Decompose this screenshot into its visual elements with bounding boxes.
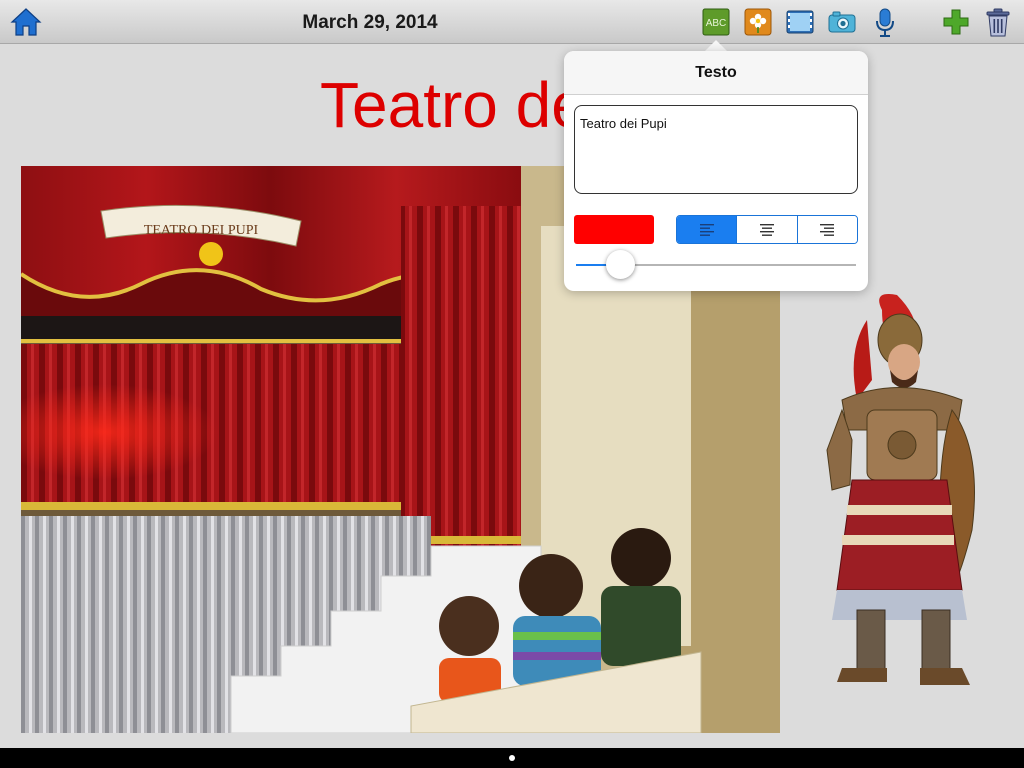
camera-icon <box>828 11 856 33</box>
trash-icon <box>986 8 1010 37</box>
svg-text:ABC: ABC <box>706 18 727 29</box>
text-popover: Testo Teatro dei Pupi <box>564 51 868 291</box>
page-indicator-dot[interactable] <box>509 755 515 761</box>
image-flower-icon <box>744 8 772 36</box>
microphone-tool-button[interactable] <box>874 8 902 37</box>
align-center-icon <box>759 223 774 236</box>
puppet-knight-sticker[interactable] <box>812 290 982 695</box>
popover-title: Testo <box>564 51 868 95</box>
home-button[interactable] <box>10 6 42 38</box>
top-toolbar: March 29, 2014 ABC <box>0 0 1024 44</box>
align-right-icon <box>820 223 835 236</box>
svg-text:TEATRO DEI PUPI: TEATRO DEI PUPI <box>144 223 259 238</box>
size-slider-thumb[interactable] <box>606 250 635 279</box>
microphone-icon <box>876 8 894 37</box>
camera-tool-button[interactable] <box>828 8 856 36</box>
video-tool-button[interactable] <box>786 8 814 36</box>
plus-icon <box>943 9 969 35</box>
delete-button[interactable] <box>985 8 1013 37</box>
text-input[interactable]: Teatro dei Pupi <box>574 105 858 194</box>
add-page-button[interactable] <box>942 8 970 36</box>
home-icon <box>10 8 42 36</box>
image-tool-button[interactable] <box>744 8 772 36</box>
alignment-segmented-control <box>676 215 858 244</box>
text-tool-button[interactable]: ABC <box>702 8 730 36</box>
align-center-button[interactable] <box>737 216 798 243</box>
text-abc-icon: ABC <box>702 8 730 36</box>
film-icon <box>786 10 814 34</box>
text-color-swatch[interactable] <box>574 215 654 244</box>
align-left-icon <box>699 223 714 236</box>
date-title: March 29, 2014 <box>302 12 438 33</box>
align-right-button[interactable] <box>797 216 857 243</box>
align-left-button[interactable] <box>677 216 738 243</box>
